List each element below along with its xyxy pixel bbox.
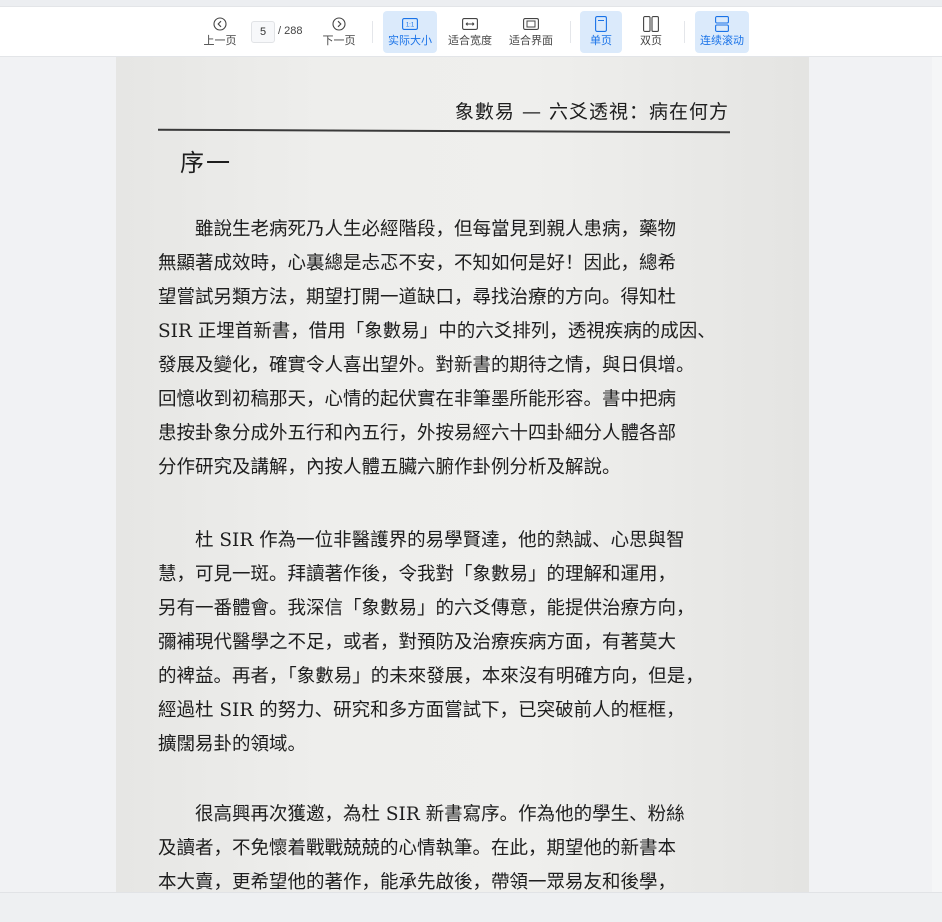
text-line: 分作研究及講解，內按人體五臟六腑作卦例分析及解說。	[158, 457, 621, 478]
text-line: 發展及變化，確實令人喜出望外。對新書的期待之情，與日俱增。	[158, 355, 695, 376]
text-line: 本大賣，更希望他的著作，能承先啟後，帶領一眾易友和後學，	[158, 872, 677, 892]
single-page-icon	[591, 15, 611, 33]
current-page-input[interactable]: 5	[251, 21, 275, 43]
actual-size-icon: 1:1	[400, 15, 420, 33]
fit-width-icon	[460, 15, 480, 33]
text-line: 及讀者，不免懷着戰戰兢兢的心情執筆。在此，期望他的新書本	[158, 838, 677, 859]
total-pages-label: / 288	[278, 25, 303, 37]
text-line: 的裨益。再者，「象數易」的未來發展，本來沒有明確方向，但是，	[158, 666, 704, 687]
fit-page-button[interactable]: 适合界面	[505, 11, 557, 53]
text-line: 望嘗試另類方法，期望打開一道缺口，尋找治療的方向。得知杜	[158, 287, 677, 308]
paragraph-3: 很高興再次獲邀，為杜 SIR 新書寫序。作為他的學生、粉絲 及讀者，不免懷着戰戰…	[158, 798, 738, 892]
text-line: 患按卦象分成外五行和內五行，外按易經六十四卦細分人體各部	[158, 423, 677, 444]
text-line: SIR 正埋首新書，借用「象數易」中的六爻排列，透視疾病的成因、	[158, 321, 716, 342]
actual-size-button[interactable]: 1:1 实际大小	[383, 11, 437, 53]
running-header: 象數易 — 六爻透視：病在何方	[454, 101, 729, 123]
text-line: 杜 SIR 作為一位非醫護界的易學賢達，他的熱誠、心思與智	[158, 530, 685, 551]
header-rule	[157, 128, 731, 134]
pdf-toolbar: 上一页 5 / 288 下一页 1:1 实际大小 适合宽度 适合界面 单页 双页…	[0, 6, 942, 57]
toolbar-divider	[684, 21, 685, 43]
actual-size-label: 实际大小	[388, 34, 432, 47]
fit-width-label: 适合宽度	[448, 34, 492, 47]
double-page-icon	[641, 15, 661, 33]
next-page-label: 下一页	[322, 34, 356, 47]
text-line: 很高興再次獲邀，為杜 SIR 新書寫序。作為他的學生、粉絲	[158, 804, 685, 825]
single-page-label: 单页	[590, 34, 612, 47]
paragraph-1: 雖說生老病死乃人生必經階段，但每當見到親人患病，藥物 無顯著成效時，心裏總是忐忑…	[158, 213, 738, 485]
paragraph-2: 杜 SIR 作為一位非醫護界的易學賢達，他的熱誠、心思與智 慧，可見一斑。拜讀著…	[158, 524, 738, 762]
toolbar-divider	[372, 21, 373, 43]
chevron-right-circle-icon	[329, 15, 349, 33]
text-line: 慧，可見一斑。拜讀著作後，令我對「象數易」的理解和運用，	[158, 564, 677, 585]
chevron-left-circle-icon	[210, 15, 230, 33]
continuous-scroll-button[interactable]: 连续滚动	[695, 11, 749, 53]
bottom-bar	[0, 892, 942, 922]
fit-page-icon	[521, 15, 541, 33]
toolbar-divider	[570, 21, 571, 43]
section-title: 序一	[180, 149, 232, 177]
text-line: 另有一番體會。我深信「象數易」的六爻傳意，能提供治療方向，	[158, 598, 695, 619]
prev-page-button[interactable]: 上一页	[200, 11, 240, 53]
fit-page-label: 适合界面	[509, 34, 553, 47]
continuous-scroll-icon	[712, 15, 732, 33]
vertical-scrollbar[interactable]	[932, 57, 942, 892]
text-line: 無顯著成效時，心裏總是忐忑不安，不知如何是好！因此，總希	[158, 253, 677, 274]
text-line: 回憶收到初稿那天，心情的起伏實在非筆墨所能形容。書中把病	[158, 389, 677, 410]
next-page-button[interactable]: 下一页	[319, 11, 359, 53]
single-page-button[interactable]: 单页	[580, 11, 622, 53]
text-line: 擴闊易卦的領域。	[158, 734, 307, 755]
svg-text:1:1: 1:1	[406, 22, 415, 28]
double-page-button[interactable]: 双页	[630, 11, 672, 53]
document-viewer[interactable]: 象數易 — 六爻透視：病在何方 序一 雖說生老病死乃人生必經階段，但每當見到親人…	[0, 57, 942, 892]
prev-page-label: 上一页	[203, 34, 237, 47]
text-line: 雖說生老病死乃人生必經階段，但每當見到親人患病，藥物	[158, 219, 677, 240]
fit-width-button[interactable]: 适合宽度	[444, 11, 496, 53]
text-line: 經過杜 SIR 的努力、研究和多方面嘗試下，已突破前人的框框，	[158, 700, 685, 721]
document-page: 象數易 — 六爻透視：病在何方 序一 雖說生老病死乃人生必經階段，但每當見到親人…	[116, 57, 809, 892]
text-line: 彌補現代醫學之不足，或者，對預防及治療疾病方面，有著莫大	[158, 632, 677, 653]
continuous-scroll-label: 连续滚动	[700, 34, 744, 47]
double-page-label: 双页	[640, 34, 662, 47]
